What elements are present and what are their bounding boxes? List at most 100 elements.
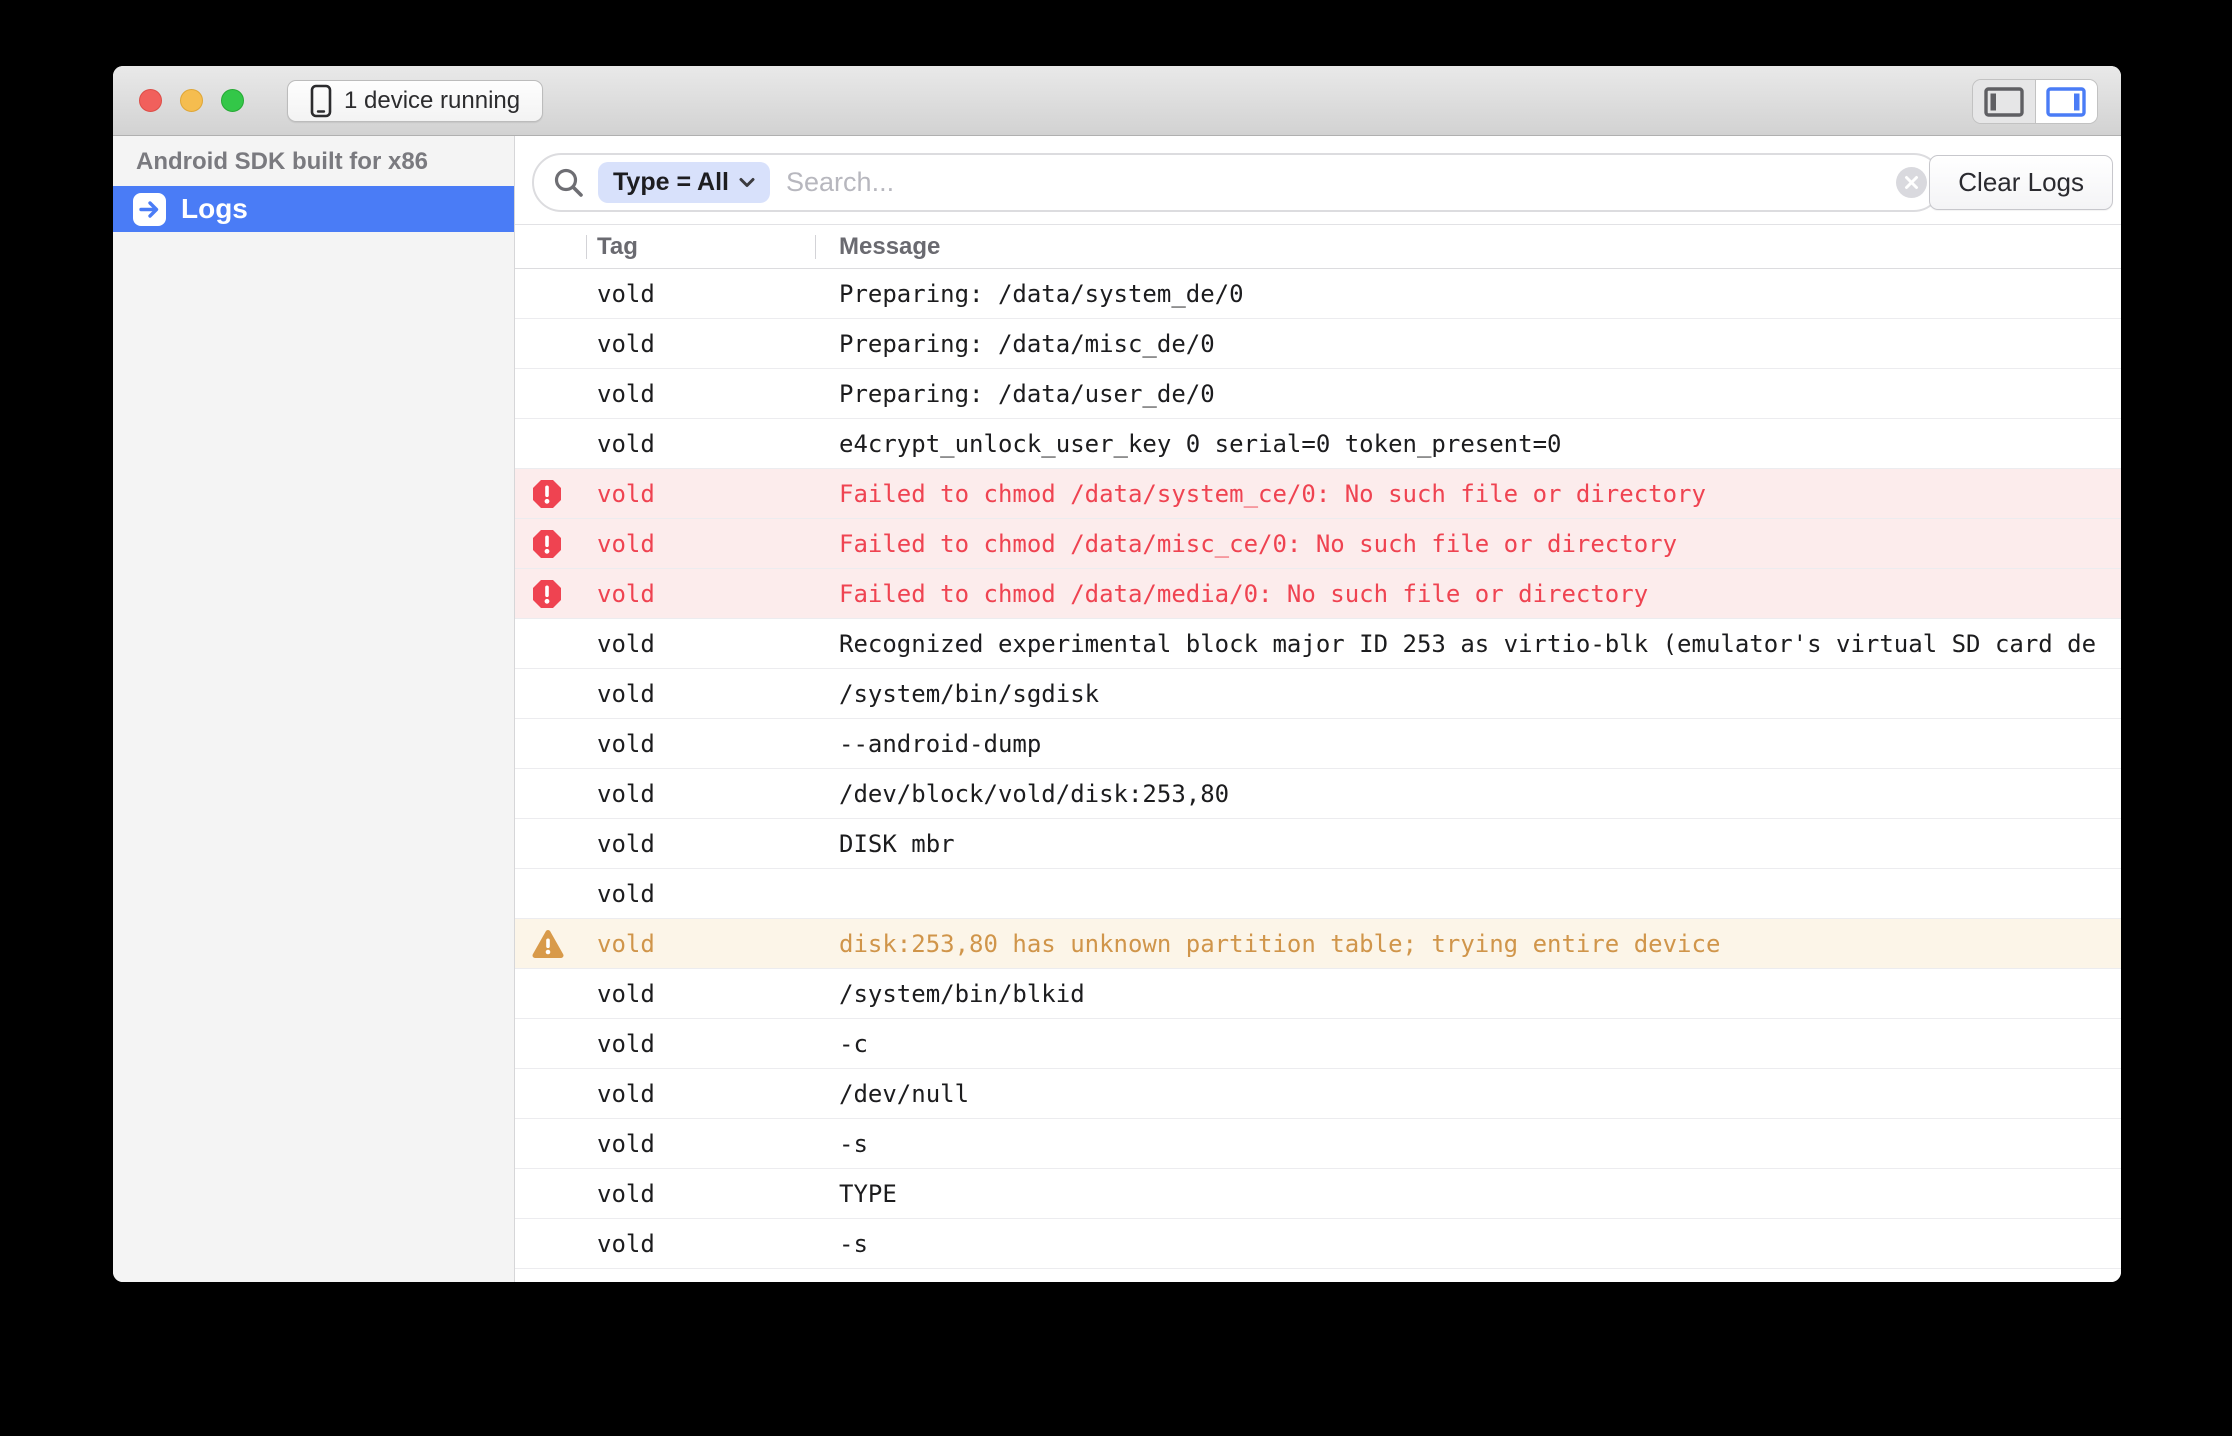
log-row[interactable]: vold /system/bin/blkid — [515, 969, 2121, 1019]
logs-arrow-icon — [133, 193, 166, 226]
log-message: /system/bin/blkid — [839, 980, 2121, 1008]
log-message: --android-dump — [839, 730, 2121, 758]
log-tag: vold — [597, 480, 839, 508]
log-row[interactable]: vold TYPE — [515, 1169, 2121, 1219]
log-message: -c — [839, 1030, 2121, 1058]
log-row[interactable]: vold e4crypt_unlock_user_key 0 serial=0 … — [515, 419, 2121, 469]
log-message: /dev/block/vold/disk:253,80 — [839, 780, 2121, 808]
log-message: Preparing: /data/system_de/0 — [839, 280, 2121, 308]
log-level-cell — [515, 579, 597, 609]
type-filter-label: Type = All — [613, 168, 729, 197]
app-window: 1 device running — [113, 66, 2121, 1282]
log-message: Preparing: /data/misc_de/0 — [839, 330, 2121, 358]
log-tag: vold — [597, 880, 839, 908]
log-row[interactable]: vold Preparing: /data/misc_de/0 — [515, 319, 2121, 369]
device-name: Android SDK built for x86 — [113, 136, 514, 186]
toggle-left-panel-button[interactable] — [1973, 80, 2036, 123]
log-row[interactable]: vold — [515, 869, 2121, 919]
log-tag: vold — [597, 630, 839, 658]
titlebar: 1 device running — [113, 66, 2121, 136]
error-icon — [532, 579, 562, 609]
chevron-down-icon — [739, 177, 755, 188]
log-tag: vold — [597, 1130, 839, 1158]
log-row[interactable]: vold -c — [515, 1019, 2121, 1069]
log-tag: vold — [597, 580, 839, 608]
log-message: -s — [839, 1230, 2121, 1258]
search-icon — [552, 166, 586, 200]
device-status-button[interactable]: 1 device running — [287, 80, 543, 122]
log-level-cell — [515, 529, 597, 559]
close-window-button[interactable] — [139, 89, 162, 112]
error-icon — [532, 479, 562, 509]
log-tag: vold — [597, 1230, 839, 1258]
log-row[interactable]: vold /dev/block/vold/disk:253,80 — [515, 769, 2121, 819]
log-tag: vold — [597, 780, 839, 808]
log-row[interactable]: vold DISK mbr — [515, 819, 2121, 869]
clear-logs-button[interactable]: Clear Logs — [1929, 155, 2113, 210]
log-tag: vold — [597, 1180, 839, 1208]
sidebar: Android SDK built for x86 Logs — [113, 136, 515, 1282]
log-tag: vold — [597, 730, 839, 758]
log-row[interactable]: vold /system/bin/sgdisk — [515, 669, 2121, 719]
log-row[interactable]: vold -s — [515, 1119, 2121, 1169]
log-message: Preparing: /data/user_de/0 — [839, 380, 2121, 408]
warning-icon — [532, 929, 564, 959]
phone-icon — [310, 84, 332, 118]
log-tag: vold — [597, 1030, 839, 1058]
log-toolbar: Type = All — [515, 136, 2121, 225]
sidebar-item-logs[interactable]: Logs — [113, 186, 514, 232]
error-icon — [532, 529, 562, 559]
log-tag: vold — [597, 980, 839, 1008]
right-panel-icon — [2046, 87, 2086, 117]
log-row[interactable]: vold Failed to chmod /data/misc_ce/0: No… — [515, 519, 2121, 569]
traffic-lights — [139, 89, 244, 112]
log-row[interactable]: vold Preparing: /data/user_de/0 — [515, 369, 2121, 419]
search-input[interactable] — [786, 167, 1896, 198]
log-row[interactable]: vold -s — [515, 1219, 2121, 1269]
sidebar-item-label: Logs — [181, 193, 248, 225]
panel-toggle-group — [1972, 79, 2098, 124]
log-row[interactable]: vold Failed to chmod /data/system_ce/0: … — [515, 469, 2121, 519]
zoom-window-button[interactable] — [221, 89, 244, 112]
toggle-right-panel-button[interactable] — [2036, 80, 2098, 123]
log-tag: vold — [597, 380, 839, 408]
log-tag: vold — [597, 830, 839, 858]
log-tag: vold — [597, 430, 839, 458]
log-tag: vold — [597, 680, 839, 708]
column-divider — [815, 235, 816, 259]
log-message: e4crypt_unlock_user_key 0 serial=0 token… — [839, 430, 2121, 458]
left-panel-icon — [1984, 87, 2024, 117]
log-message: /dev/null — [839, 1080, 2121, 1108]
log-row[interactable]: vold /dev/null — [515, 1069, 2121, 1119]
log-message: TYPE — [839, 1180, 2121, 1208]
log-tag: vold — [597, 280, 839, 308]
minimize-window-button[interactable] — [180, 89, 203, 112]
log-tag: vold — [597, 330, 839, 358]
log-panel: Type = All — [515, 136, 2121, 1282]
type-filter-dropdown[interactable]: Type = All — [598, 162, 770, 203]
log-message: DISK mbr — [839, 830, 2121, 858]
log-row[interactable]: vold Preparing: /data/system_de/0 — [515, 269, 2121, 319]
column-header-tag: Tag — [597, 233, 638, 261]
log-tag: vold — [597, 1080, 839, 1108]
log-row[interactable]: vold --android-dump — [515, 719, 2121, 769]
log-row[interactable]: vold disk:253,80 has unknown partition t… — [515, 919, 2121, 969]
log-message: -s — [839, 1130, 2121, 1158]
log-message: Failed to chmod /data/system_ce/0: No su… — [839, 480, 2121, 508]
log-message: Failed to chmod /data/misc_ce/0: No such… — [839, 530, 2121, 558]
log-row[interactable]: vold Failed to chmod /data/media/0: No s… — [515, 569, 2121, 619]
log-message: Recognized experimental block major ID 2… — [839, 630, 2121, 658]
log-level-cell — [515, 479, 597, 509]
column-header-message: Message — [839, 233, 940, 261]
log-tag: vold — [597, 930, 839, 958]
search-bar[interactable]: Type = All — [532, 153, 1943, 212]
column-divider — [586, 235, 587, 259]
log-message: Failed to chmod /data/media/0: No such f… — [839, 580, 2121, 608]
clear-search-button[interactable] — [1896, 167, 1927, 198]
log-table-header: Tag Message — [515, 225, 2121, 269]
log-tag: vold — [597, 530, 839, 558]
log-level-cell — [515, 929, 597, 959]
log-row[interactable]: vold Recognized experimental block major… — [515, 619, 2121, 669]
device-status-label: 1 device running — [344, 87, 520, 115]
log-message: disk:253,80 has unknown partition table;… — [839, 930, 2121, 958]
